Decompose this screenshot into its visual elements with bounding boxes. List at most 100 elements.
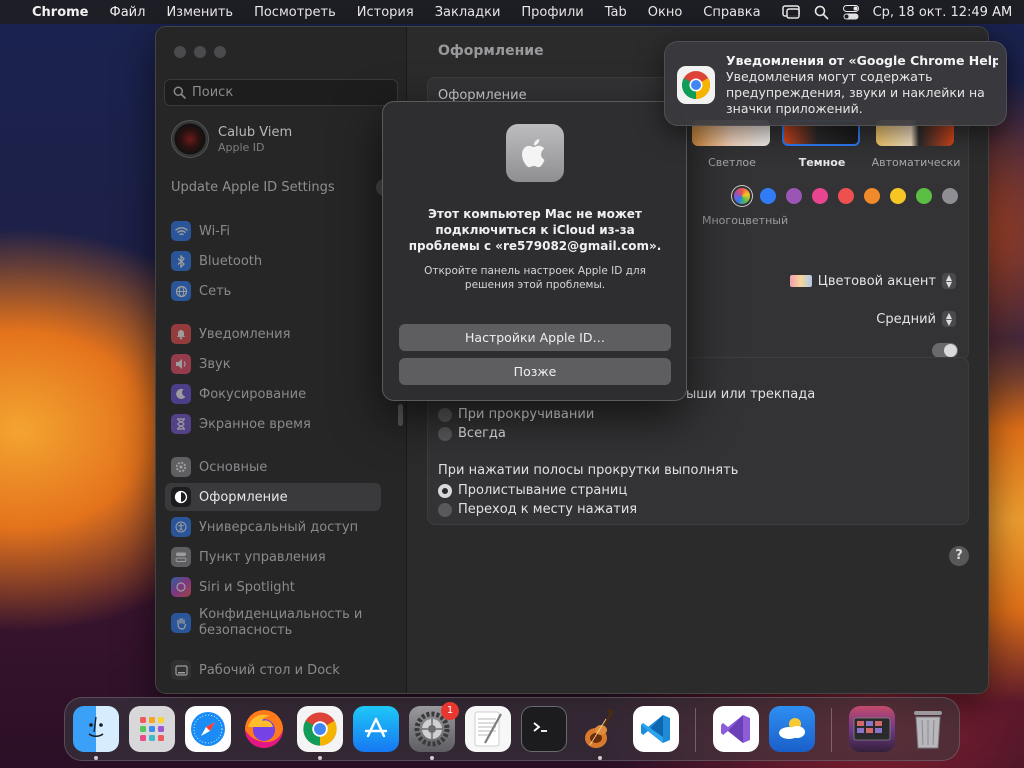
accent-yellow[interactable] (890, 188, 906, 204)
radio-button[interactable] (438, 407, 452, 422)
sidebar-item-focus[interactable]: Фокусирование (165, 380, 381, 408)
later-button[interactable]: Позже (399, 358, 671, 385)
accent-graphite[interactable] (942, 188, 958, 204)
finder-icon[interactable] (73, 706, 119, 752)
sidebar-item-appearance[interactable]: Оформление (165, 483, 381, 511)
chrome-dock-icon[interactable] (297, 706, 343, 752)
radio-label: Всегда (458, 426, 506, 441)
sidebar-item-label: Экранное время (199, 416, 311, 432)
menu-window[interactable]: Окно (648, 5, 683, 20)
accent-green[interactable] (916, 188, 932, 204)
accent-blue[interactable] (760, 188, 776, 204)
sidebar-item-desktop-dock[interactable]: Рабочий стол и Dock (165, 656, 381, 684)
menu-help[interactable]: Справка (703, 5, 760, 20)
sidebar-item-bluetooth[interactable]: Bluetooth (165, 247, 381, 275)
help-button[interactable]: ? (949, 546, 969, 566)
sidebar-item-general[interactable]: Основные (165, 453, 381, 481)
dock-separator (695, 708, 696, 752)
radio-button[interactable] (438, 426, 452, 441)
accent-orange[interactable] (864, 188, 880, 204)
visual-studio-icon[interactable] (713, 706, 759, 752)
radio-button[interactable] (438, 502, 452, 517)
sidebar-icon-size-popup[interactable]: Средний ▲ ▼ (876, 311, 956, 327)
finder-running-indicator (94, 756, 98, 760)
chevron-updown-icon: ▲ ▼ (942, 311, 956, 327)
sidebar-item-label: Звук (199, 356, 231, 372)
sidebar-item-siri-spotlight[interactable]: Siri и Spotlight (165, 573, 381, 601)
sidebar-item-label: Фокусирование (199, 386, 307, 402)
menu-bar: Chrome Файл Изменить Посмотреть История … (0, 0, 1024, 24)
apple-id-settings-button[interactable]: Настройки Apple ID… (399, 324, 671, 351)
weather-icon[interactable] (769, 706, 815, 752)
system-settings-running-indicator (430, 756, 434, 760)
screen-mirroring-icon[interactable] (781, 5, 800, 19)
control-center-icon[interactable] (842, 4, 859, 20)
firefox-icon[interactable] (241, 706, 287, 752)
sidebar-item-label: Bluetooth (199, 253, 263, 269)
radio-jump-next-page[interactable]: Пролистывание страниц (438, 483, 627, 498)
accent-purple[interactable] (786, 188, 802, 204)
menu-edit[interactable]: Изменить (166, 5, 233, 20)
dock-separator (831, 708, 832, 752)
close-window-button[interactable] (174, 46, 186, 58)
globe-icon (171, 281, 191, 301)
siri-icon (171, 577, 191, 597)
menu-tab[interactable]: Tab (605, 5, 627, 20)
radio-always[interactable]: Всегда (438, 426, 506, 441)
sidebar-item-sound[interactable]: Звук (165, 350, 381, 378)
sidebar-item-label: Универсальный доступ (199, 519, 359, 535)
downloads-stack-icon[interactable] (849, 706, 895, 752)
theme-auto-label: Автоматически (871, 156, 961, 169)
search-input[interactable] (192, 85, 382, 100)
chrome-notification-banner[interactable]: Уведомления от «Google Chrome Help… Увед… (664, 41, 1007, 126)
radio-jump-clicked-spot[interactable]: Переход к месту нажатия (438, 502, 637, 517)
system-settings-badge: 1 (441, 702, 459, 720)
menu-bar-clock[interactable]: Ср, 18 окт. 12:49 AM (873, 5, 1013, 20)
menu-app-chrome[interactable]: Chrome (32, 5, 89, 20)
sidebar-item-privacy-security[interactable]: Конфиденциальность и безопасность (165, 603, 381, 643)
sidebar-item-accessibility[interactable]: Универсальный доступ (165, 513, 381, 541)
accent-pink[interactable] (812, 188, 828, 204)
sidebar-scrollbar[interactable] (398, 404, 403, 426)
update-apple-id-settings[interactable]: Update Apple ID Settings 1 (171, 179, 393, 196)
launchpad-icon[interactable] (129, 706, 175, 752)
textedit-icon[interactable] (465, 706, 511, 752)
apple-id-account[interactable]: Calub Viem Apple ID (171, 120, 292, 158)
menu-view[interactable]: Посмотреть (254, 5, 336, 20)
safari-icon[interactable] (185, 706, 231, 752)
spotlight-search-icon[interactable] (814, 5, 829, 20)
accent-red[interactable] (838, 188, 854, 204)
accent-multicolor[interactable] (734, 188, 750, 204)
moon-icon (171, 384, 191, 404)
accent-color-swatches (734, 188, 958, 204)
menu-file[interactable]: Файл (110, 5, 146, 20)
radio-button-selected[interactable] (438, 483, 452, 498)
notification-body: Уведомления могут содержать предупрежден… (726, 69, 985, 116)
garageband-icon[interactable] (577, 706, 623, 752)
wallpaper-tinting-toggle[interactable] (932, 343, 958, 358)
avatar (171, 120, 209, 158)
minimize-window-button[interactable] (194, 46, 206, 58)
sidebar-item-control-center[interactable]: Пункт управления (165, 543, 381, 571)
accent-multicolor-label: Многоцветный (702, 214, 789, 227)
sidebar-item-network[interactable]: Сеть (165, 277, 381, 305)
menu-profiles[interactable]: Профили (521, 5, 583, 20)
sidebar-item-notifications[interactable]: Уведомления (165, 320, 381, 348)
highlight-color-popup[interactable]: Цветовой акцент ▲ ▼ (789, 273, 956, 289)
chrome-icon (677, 66, 715, 104)
zoom-window-button[interactable] (214, 46, 226, 58)
terminal-icon[interactable] (521, 706, 567, 752)
radio-label: Переход к месту нажатия (458, 502, 638, 517)
radio-when-scrolling[interactable]: При прокручивании (438, 407, 594, 422)
sidebar-item-wifi[interactable]: Wi-Fi (165, 217, 381, 245)
vscode-icon[interactable] (633, 706, 679, 752)
app-store-icon[interactable] (353, 706, 399, 752)
menu-history[interactable]: История (357, 5, 414, 20)
account-name: Calub Viem (218, 124, 293, 140)
speaker-icon (171, 354, 191, 374)
show-scrollbars-label: ыши или трекпада (686, 387, 816, 402)
sidebar-item-screen-time[interactable]: Экранное время (165, 410, 381, 438)
trash-icon[interactable] (905, 706, 951, 752)
menu-bookmarks[interactable]: Закладки (435, 5, 501, 20)
sidebar-item-label: Siri и Spotlight (199, 579, 295, 595)
